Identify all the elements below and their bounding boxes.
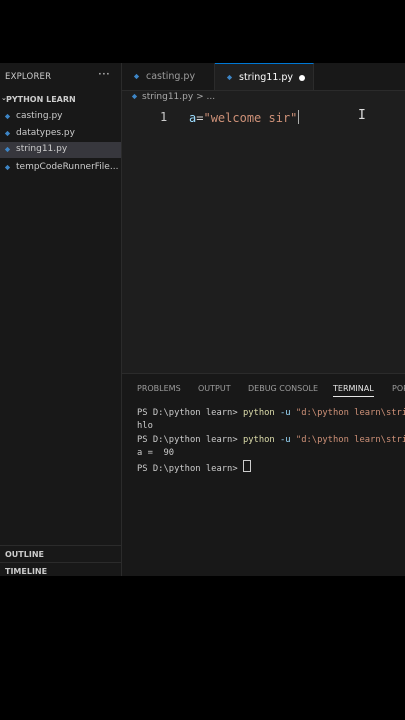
python-file-icon	[4, 130, 11, 137]
terminal-flag: -u	[274, 408, 296, 418]
terminal-output-line: a = 90	[137, 447, 175, 458]
unsaved-dot-icon[interactable]	[299, 75, 305, 81]
file-item-casting[interactable]: casting.py	[0, 109, 121, 125]
panel-tab-debug-console[interactable]: DEBUG CONSOLE	[248, 384, 318, 393]
terminal-command: python	[242, 408, 275, 418]
file-item-datatypes[interactable]: datatypes.py	[0, 126, 121, 142]
terminal-prompt: PS D:\python learn>	[137, 464, 243, 475]
file-item-tempcoderunner[interactable]: tempCodeRunnerFile...	[0, 160, 121, 176]
breadcrumb-separator: >	[196, 92, 204, 102]
file-item-string11[interactable]: string11.py	[0, 142, 121, 158]
outline-section[interactable]: OUTLINE	[0, 545, 121, 562]
terminal-command: python	[242, 434, 275, 445]
terminal-path: "d:\python learn\string11.py"	[295, 408, 405, 418]
vscode-window: EXPLORER ··· ⌄ PYTHON LEARN casting.py d…	[0, 63, 405, 576]
python-file-icon	[131, 93, 138, 100]
python-file-icon	[4, 113, 11, 120]
code-string: "welcome sir"	[203, 111, 298, 125]
ellipsis-icon[interactable]: ···	[98, 67, 110, 81]
terminal-path: "d:\python learn\string11.py"	[295, 434, 405, 445]
terminal-prompt: PS D:\python learn>	[137, 434, 243, 445]
python-file-icon	[4, 164, 11, 171]
ibeam-cursor-icon: I	[358, 108, 366, 123]
panel-tab-problems[interactable]: PROBLEMS	[137, 384, 181, 393]
breadcrumb[interactable]: string11.py > ...	[131, 92, 215, 102]
outline-label: OUTLINE	[5, 550, 44, 559]
explorer-header: EXPLORER ···	[0, 63, 121, 89]
file-label: casting.py	[16, 111, 63, 121]
code-line[interactable]: a="welcome sir"	[189, 110, 300, 125]
panel-tab-output[interactable]: OUTPUT	[198, 384, 231, 393]
timeline-section[interactable]: TIMELINE	[0, 562, 121, 576]
tab-casting[interactable]: casting.py	[122, 63, 215, 90]
python-file-icon	[4, 146, 11, 153]
terminal-output-line: hlo	[137, 421, 153, 432]
text-cursor	[298, 110, 300, 124]
panel-tab-terminal[interactable]: TERMINAL	[333, 384, 374, 397]
panel-tab-ports[interactable]: PORTS	[392, 384, 405, 393]
explorer-title: EXPLORER	[5, 72, 52, 82]
terminal-output[interactable]: PS D:\python learn> python -u "d:\python…	[137, 407, 405, 476]
file-label: string11.py	[16, 144, 68, 154]
folder-python-learn[interactable]: ⌄ PYTHON LEARN	[0, 93, 121, 107]
python-file-icon	[226, 74, 233, 81]
line-number: 1	[160, 110, 168, 124]
tab-label: string11.py	[239, 72, 294, 83]
tab-string11[interactable]: string11.py	[215, 63, 314, 90]
terminal-cursor	[242, 460, 251, 473]
breadcrumb-more[interactable]: ...	[206, 92, 215, 102]
folder-label: PYTHON LEARN	[6, 95, 76, 104]
tab-label: casting.py	[146, 71, 196, 82]
timeline-label: TIMELINE	[5, 567, 48, 576]
breadcrumb-file[interactable]: string11.py	[142, 92, 193, 102]
terminal-prompt: PS D:\python learn>	[137, 408, 243, 418]
python-file-icon	[133, 73, 140, 80]
editor-tab-bar: casting.py string11.py	[122, 63, 405, 91]
terminal-flag: -u	[274, 434, 296, 445]
explorer-sidebar: EXPLORER ··· ⌄ PYTHON LEARN casting.py d…	[0, 63, 122, 576]
file-label: datatypes.py	[16, 128, 75, 138]
bottom-panel: PROBLEMS OUTPUT DEBUG CONSOLE TERMINAL P…	[122, 373, 405, 576]
file-label: tempCodeRunnerFile...	[16, 162, 119, 172]
